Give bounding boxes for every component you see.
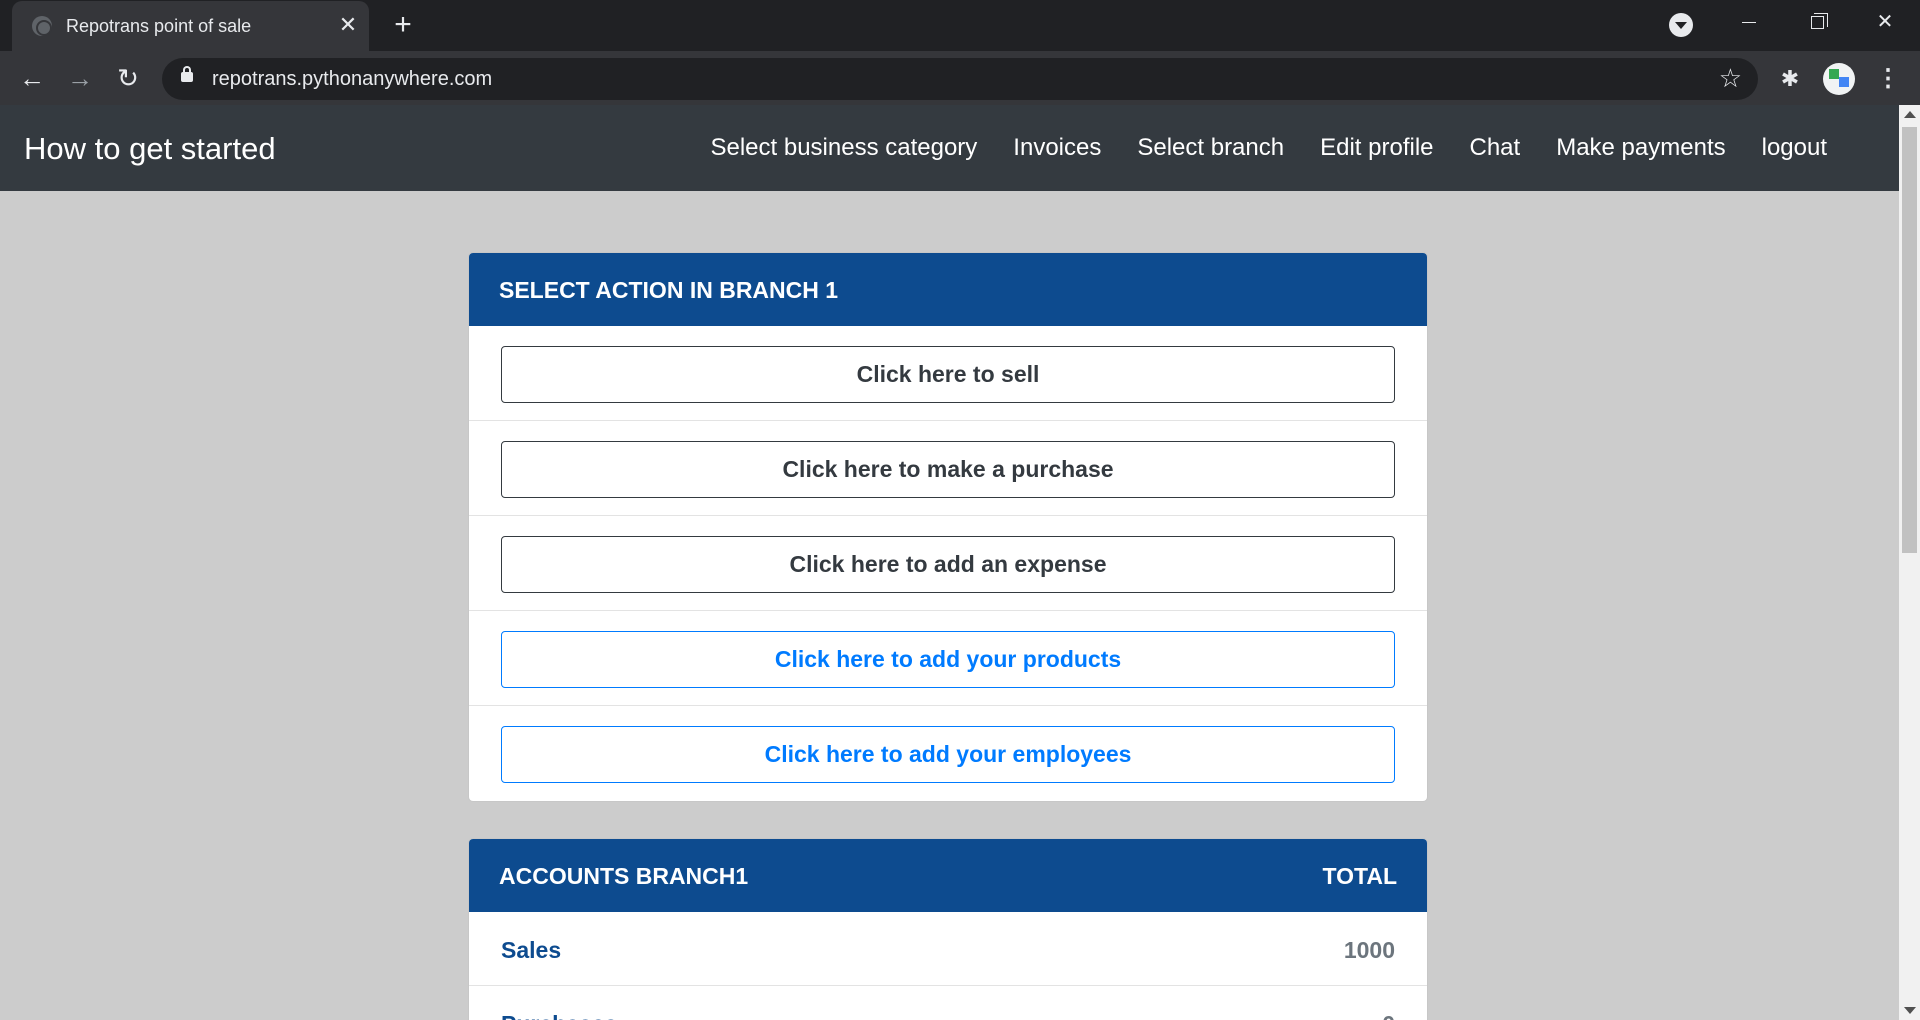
add-employees-button[interactable]: Click here to add your employees: [501, 726, 1395, 783]
total-label: TOTAL: [1322, 863, 1397, 889]
actions-card-header: SELECT ACTION IN BRANCH 1: [469, 253, 1427, 326]
page-viewport: How to get started Select business categ…: [0, 105, 1920, 1020]
nav-edit-profile[interactable]: Edit profile: [1320, 134, 1433, 162]
account-value: 0: [1382, 1011, 1395, 1020]
nav-chat[interactable]: Chat: [1470, 134, 1521, 162]
globe-icon: [32, 16, 52, 36]
kebab-menu-icon[interactable]: ⋮: [1876, 63, 1900, 95]
url-text[interactable]: repotrans.pythonanywhere.com: [212, 68, 492, 91]
purchase-button[interactable]: Click here to make a purchase: [501, 441, 1395, 498]
close-icon[interactable]: ✕: [335, 12, 361, 38]
forward-arrow-icon[interactable]: →: [64, 63, 96, 95]
scroll-down-arrow-icon[interactable]: [1904, 1007, 1916, 1014]
table-row: Purchases 0: [469, 986, 1427, 1020]
nav-select-business-category[interactable]: Select business category: [710, 134, 977, 162]
reload-icon[interactable]: ↻: [112, 63, 144, 95]
tab-search-icon[interactable]: [1669, 13, 1693, 37]
actions-card: SELECT ACTION IN BRANCH 1 Click here to …: [468, 252, 1428, 802]
site-navbar: How to get started Select business categ…: [0, 105, 1899, 191]
accounts-card-header: ACCOUNTS BRANCH1 TOTAL: [469, 839, 1427, 912]
list-item: Click here to make a purchase: [469, 421, 1427, 516]
accounts-card-title: ACCOUNTS BRANCH1: [499, 863, 749, 889]
plus-icon[interactable]: +: [386, 9, 420, 43]
tab-title: Repotrans point of sale: [66, 16, 252, 36]
account-label[interactable]: Purchases: [501, 1011, 617, 1020]
list-item: Click here to add an expense: [469, 516, 1427, 611]
sell-button[interactable]: Click here to sell: [501, 346, 1395, 403]
browser-toolbar: ← → ↻ repotrans.pythonanywhere.com ☆ ✱ ⋮: [0, 51, 1920, 105]
address-bar[interactable]: repotrans.pythonanywhere.com ☆: [162, 58, 1758, 100]
page-scrollbar[interactable]: [1899, 105, 1920, 1020]
nav-select-branch[interactable]: Select branch: [1137, 134, 1284, 162]
back-arrow-icon[interactable]: ←: [16, 63, 48, 95]
add-expense-button[interactable]: Click here to add an expense: [501, 536, 1395, 593]
nav-links: Select business category Invoices Select…: [710, 134, 1827, 162]
avatar[interactable]: [1823, 63, 1855, 95]
accounts-card: ACCOUNTS BRANCH1 TOTAL Sales 1000 Purcha…: [468, 838, 1428, 1020]
account-value: 1000: [1343, 937, 1395, 963]
brand-link[interactable]: How to get started: [24, 131, 276, 167]
star-icon[interactable]: ☆: [1719, 63, 1742, 93]
lock-icon[interactable]: [181, 66, 193, 82]
nav-make-payments[interactable]: Make payments: [1556, 134, 1725, 162]
browser-tab-strip: Repotrans point of sale ✕ + ✕: [0, 0, 1920, 51]
add-products-button[interactable]: Click here to add your products: [501, 631, 1395, 688]
minimize-button[interactable]: [1715, 0, 1783, 44]
list-item: Click here to add your products: [469, 611, 1427, 706]
actions-card-title: SELECT ACTION IN BRANCH 1: [499, 277, 839, 303]
list-item: Click here to sell: [469, 326, 1427, 421]
nav-logout[interactable]: logout: [1762, 134, 1827, 162]
restore-button[interactable]: [1783, 0, 1851, 44]
nav-invoices[interactable]: Invoices: [1013, 134, 1101, 162]
puzzle-icon[interactable]: ✱: [1776, 65, 1804, 93]
scroll-up-arrow-icon[interactable]: [1904, 111, 1916, 118]
table-row: Sales 1000: [469, 912, 1427, 986]
browser-tab[interactable]: Repotrans point of sale ✕: [12, 1, 369, 51]
account-label[interactable]: Sales: [501, 937, 561, 964]
list-item: Click here to add your employees: [469, 706, 1427, 801]
scroll-thumb[interactable]: [1902, 127, 1917, 553]
window-close-button[interactable]: ✕: [1851, 0, 1919, 44]
